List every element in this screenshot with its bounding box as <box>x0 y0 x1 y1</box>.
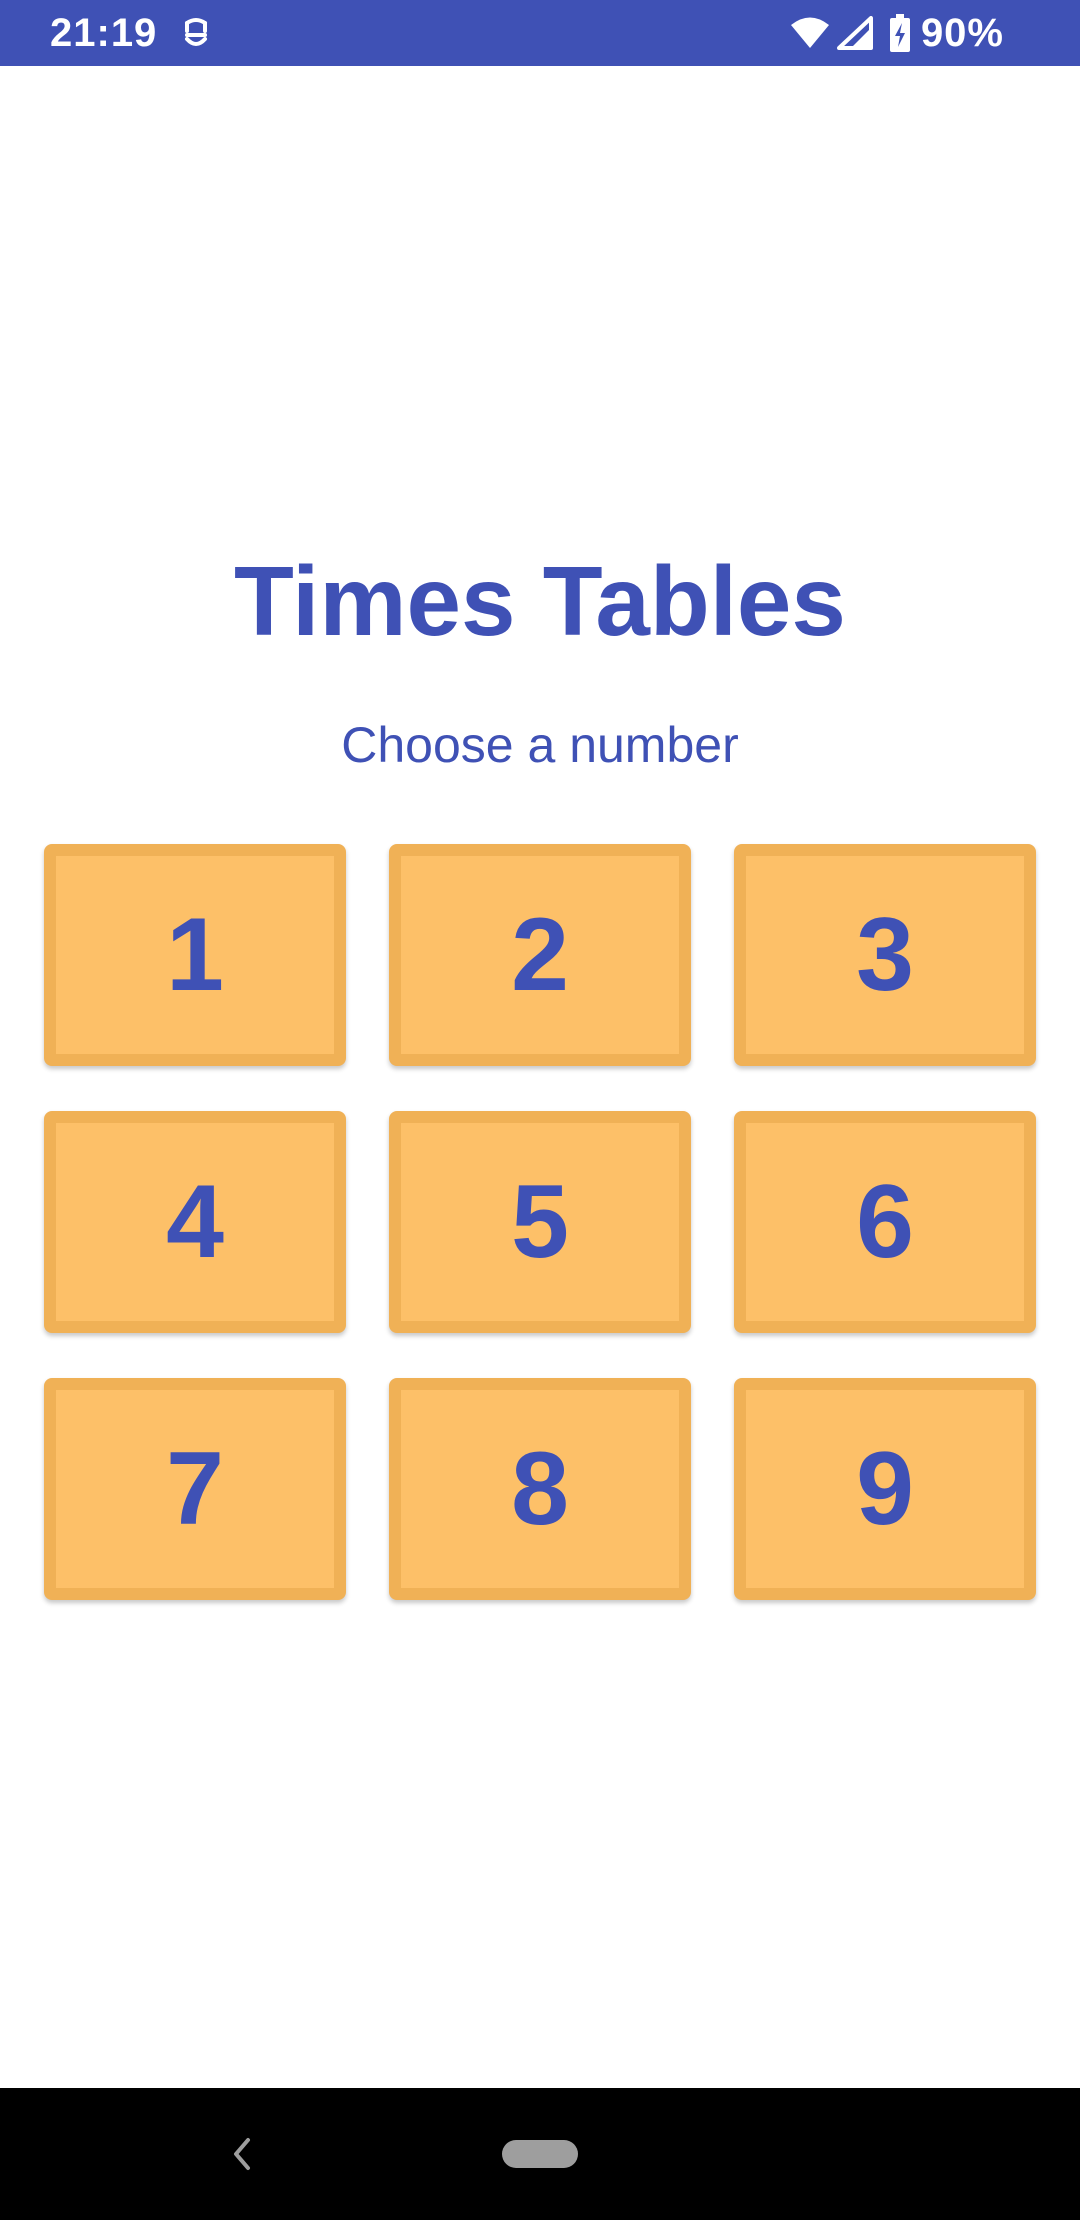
back-icon[interactable] <box>222 2132 262 2176</box>
number-button-3[interactable]: 3 <box>734 844 1036 1066</box>
home-pill-icon[interactable] <box>502 2140 578 2168</box>
app-notification-icon <box>185 18 207 46</box>
number-button-2[interactable]: 2 <box>389 844 691 1066</box>
number-button-6[interactable]: 6 <box>734 1111 1036 1333</box>
number-label: 8 <box>511 1431 569 1547</box>
number-label: 6 <box>856 1164 914 1280</box>
battery-charging-icon <box>889 14 910 52</box>
number-button-7[interactable]: 7 <box>44 1378 346 1600</box>
status-bar: 21:19 90% <box>0 0 1080 66</box>
number-label: 7 <box>166 1431 224 1547</box>
battery-percentage: 90% <box>920 10 1004 55</box>
number-button-4[interactable]: 4 <box>44 1111 346 1333</box>
number-label: 3 <box>856 897 914 1013</box>
signal-icon <box>836 16 873 50</box>
number-label: 4 <box>166 1164 224 1280</box>
number-grid: 1 2 3 4 5 6 7 8 9 <box>44 844 1036 1600</box>
status-time: 21:19 <box>50 11 158 55</box>
page-title: Times Tables <box>234 546 846 656</box>
number-label: 2 <box>511 897 569 1013</box>
number-button-5[interactable]: 5 <box>389 1111 691 1333</box>
status-indicators: 90% <box>789 0 1004 66</box>
page-subtitle: Choose a number <box>341 717 739 773</box>
number-button-1[interactable]: 1 <box>44 844 346 1066</box>
wifi-icon <box>790 17 829 48</box>
navigation-bar <box>0 2088 1080 2220</box>
number-button-8[interactable]: 8 <box>389 1378 691 1600</box>
number-button-9[interactable]: 9 <box>734 1378 1036 1600</box>
number-label: 1 <box>166 897 224 1013</box>
number-label: 5 <box>511 1164 569 1280</box>
number-label: 9 <box>856 1431 914 1547</box>
